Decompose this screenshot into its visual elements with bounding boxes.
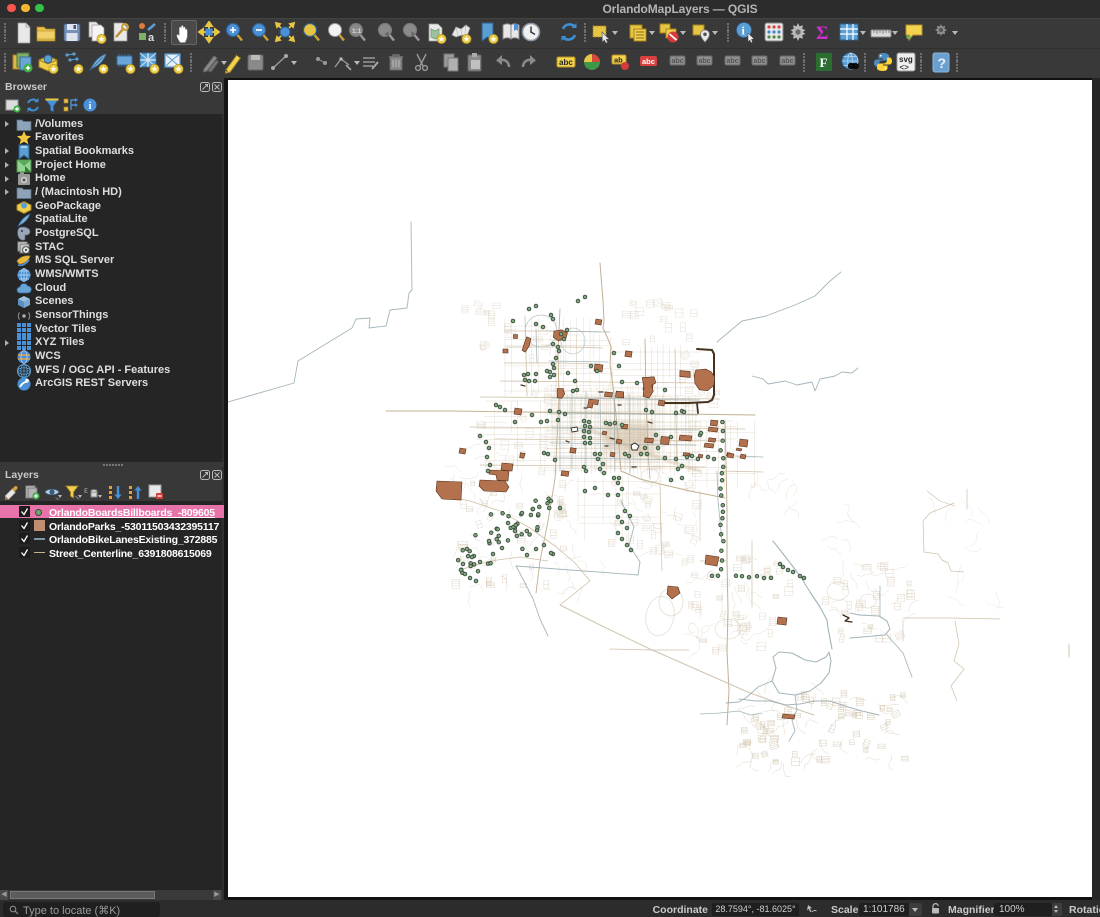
svg-text:abc: abc: [782, 58, 794, 65]
svg-text:abc: abc: [699, 58, 711, 65]
svg-text:abc: abc: [672, 58, 684, 65]
svg-text:abc: abc: [642, 57, 655, 66]
svg-text:?: ?: [938, 55, 947, 71]
svg-text:ab: ab: [614, 56, 623, 65]
svg-text:a: a: [148, 32, 155, 44]
svg-text:1:1: 1:1: [352, 28, 362, 35]
svg-text:<>: <>: [900, 63, 910, 72]
svg-text:Σ: Σ: [816, 23, 828, 44]
svg-text:i: i: [89, 101, 92, 112]
svg-text:abc: abc: [754, 58, 766, 65]
svg-text:abc: abc: [559, 58, 573, 67]
svg-text:abc: abc: [727, 58, 739, 65]
svg-text:F: F: [820, 55, 828, 70]
svg-text:ε: ε: [84, 485, 88, 495]
